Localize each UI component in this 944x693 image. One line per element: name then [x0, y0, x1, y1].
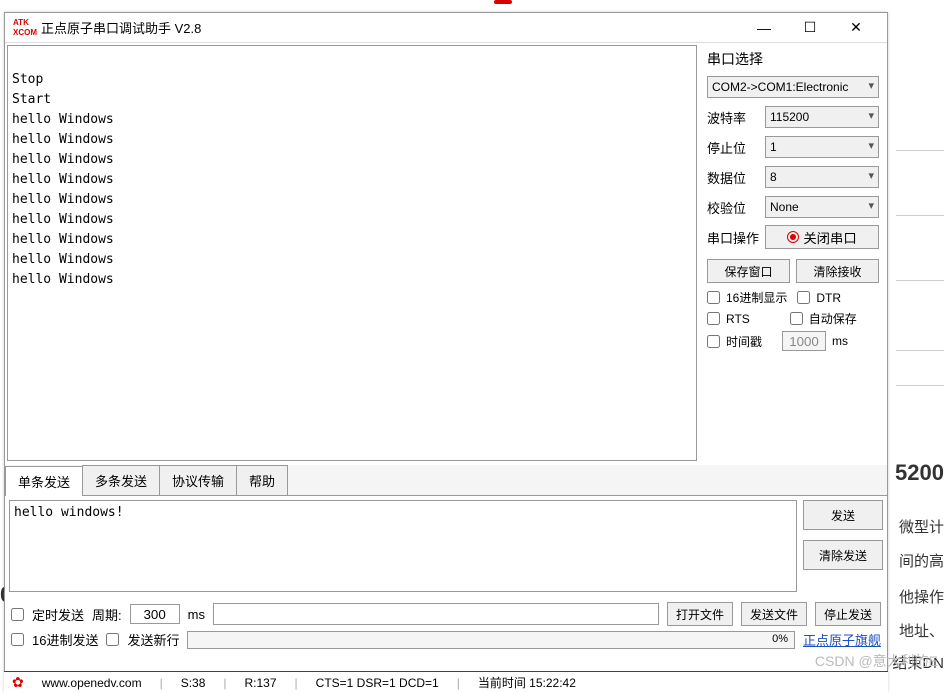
port-op-label: 串口操作: [707, 228, 765, 247]
send-tabs: 单条发送 多条发送 协议传输 帮助: [5, 465, 887, 496]
databit-label: 数据位: [707, 168, 765, 187]
period-ms-label: ms: [188, 607, 205, 622]
close-port-button[interactable]: 关闭串口: [765, 225, 879, 249]
autosave-label: 自动保存: [809, 310, 857, 327]
timestamp-interval-input[interactable]: [782, 331, 826, 351]
clear-send-button[interactable]: 清除发送: [803, 540, 883, 570]
record-icon: [787, 231, 799, 243]
databit-select[interactable]: 8: [765, 166, 879, 188]
send-textarea[interactable]: hello windows!: [9, 500, 797, 592]
bg-text: 他操作: [899, 586, 944, 607]
hex-send-checkbox[interactable]: [11, 633, 24, 646]
dtr-label: DTR: [816, 291, 841, 305]
baud-label: 波特率: [707, 108, 765, 127]
parity-select[interactable]: None: [765, 196, 879, 218]
titlebar: ATKXCOM 正点原子串口调试助手 V2.8 — ☐ ✕: [5, 13, 887, 43]
period-label: 周期:: [92, 605, 122, 624]
serial-settings-panel: 串口选择 COM2->COM1:Electronic 波特率115200 停止位…: [699, 43, 887, 463]
stopbit-select[interactable]: 1: [765, 136, 879, 158]
period-input[interactable]: [130, 604, 180, 624]
shop-link[interactable]: 正点原子旗舰: [803, 630, 881, 649]
bg-text: 间的高: [899, 550, 944, 571]
timed-send-label: 定时发送: [32, 605, 84, 624]
port-select-label: 串口选择: [707, 49, 879, 69]
tab-single-send[interactable]: 单条发送: [5, 466, 83, 496]
status-received: R:137: [245, 676, 277, 690]
watermark: CSDN @意大利的E: [815, 651, 938, 671]
status-signals: CTS=1 DSR=1 DCD=1: [316, 676, 439, 690]
send-file-button[interactable]: 发送文件: [741, 602, 807, 626]
minimize-button[interactable]: —: [741, 14, 787, 42]
progress-text: 0%: [772, 633, 788, 645]
autosave-checkbox[interactable]: [790, 312, 803, 325]
close-button[interactable]: ✕: [833, 14, 879, 42]
ms-label: ms: [832, 334, 848, 348]
hex-display-label: 16进制显示: [726, 289, 787, 306]
stopbit-label: 停止位: [707, 138, 765, 157]
send-button[interactable]: 发送: [803, 500, 883, 530]
maximize-button[interactable]: ☐: [787, 14, 833, 42]
timestamp-checkbox[interactable]: [707, 335, 720, 348]
app-logo: ATKXCOM: [13, 18, 37, 38]
bg-text: 地址、: [899, 620, 944, 641]
timestamp-label: 时间戳: [726, 333, 762, 350]
status-url: www.openedv.com: [42, 676, 142, 690]
parity-label: 校验位: [707, 198, 765, 217]
send-newline-checkbox[interactable]: [106, 633, 119, 646]
port-select[interactable]: COM2->COM1:Electronic: [707, 76, 879, 98]
tab-multi-send[interactable]: 多条发送: [82, 465, 160, 495]
app-window: ATKXCOM 正点原子串口调试助手 V2.8 — ☐ ✕ Stop Start…: [4, 12, 888, 692]
status-bar: ✿ www.openedv.com| S:38| R:137| CTS=1 DS…: [4, 671, 888, 693]
send-newline-label: 发送新行: [127, 630, 179, 649]
window-title: 正点原子串口调试助手 V2.8: [41, 18, 741, 37]
hex-display-checkbox[interactable]: [707, 291, 720, 304]
gear-icon: ✿: [12, 674, 24, 691]
status-sent: S:38: [181, 676, 206, 690]
status-time: 当前时间 15:22:42: [478, 674, 576, 691]
open-file-button[interactable]: 打开文件: [667, 602, 733, 626]
bg-text: 微型计: [899, 516, 944, 537]
file-path-input[interactable]: [213, 603, 659, 625]
rts-label: RTS: [726, 312, 750, 326]
tab-protocol[interactable]: 协议传输: [159, 465, 237, 495]
dtr-checkbox[interactable]: [797, 291, 810, 304]
clear-receive-button[interactable]: 清除接收: [796, 259, 879, 283]
tab-help[interactable]: 帮助: [236, 465, 288, 495]
hex-send-label: 16进制发送: [32, 630, 98, 649]
timed-send-checkbox[interactable]: [11, 608, 24, 621]
progress-bar: 0%: [187, 631, 795, 649]
receive-textarea[interactable]: Stop Start hello Windows hello Windows h…: [7, 45, 697, 461]
rts-checkbox[interactable]: [707, 312, 720, 325]
bg-text: 5200: [895, 460, 944, 486]
save-window-button[interactable]: 保存窗口: [707, 259, 790, 283]
stop-send-button[interactable]: 停止发送: [815, 602, 881, 626]
baud-select[interactable]: 115200: [765, 106, 879, 128]
